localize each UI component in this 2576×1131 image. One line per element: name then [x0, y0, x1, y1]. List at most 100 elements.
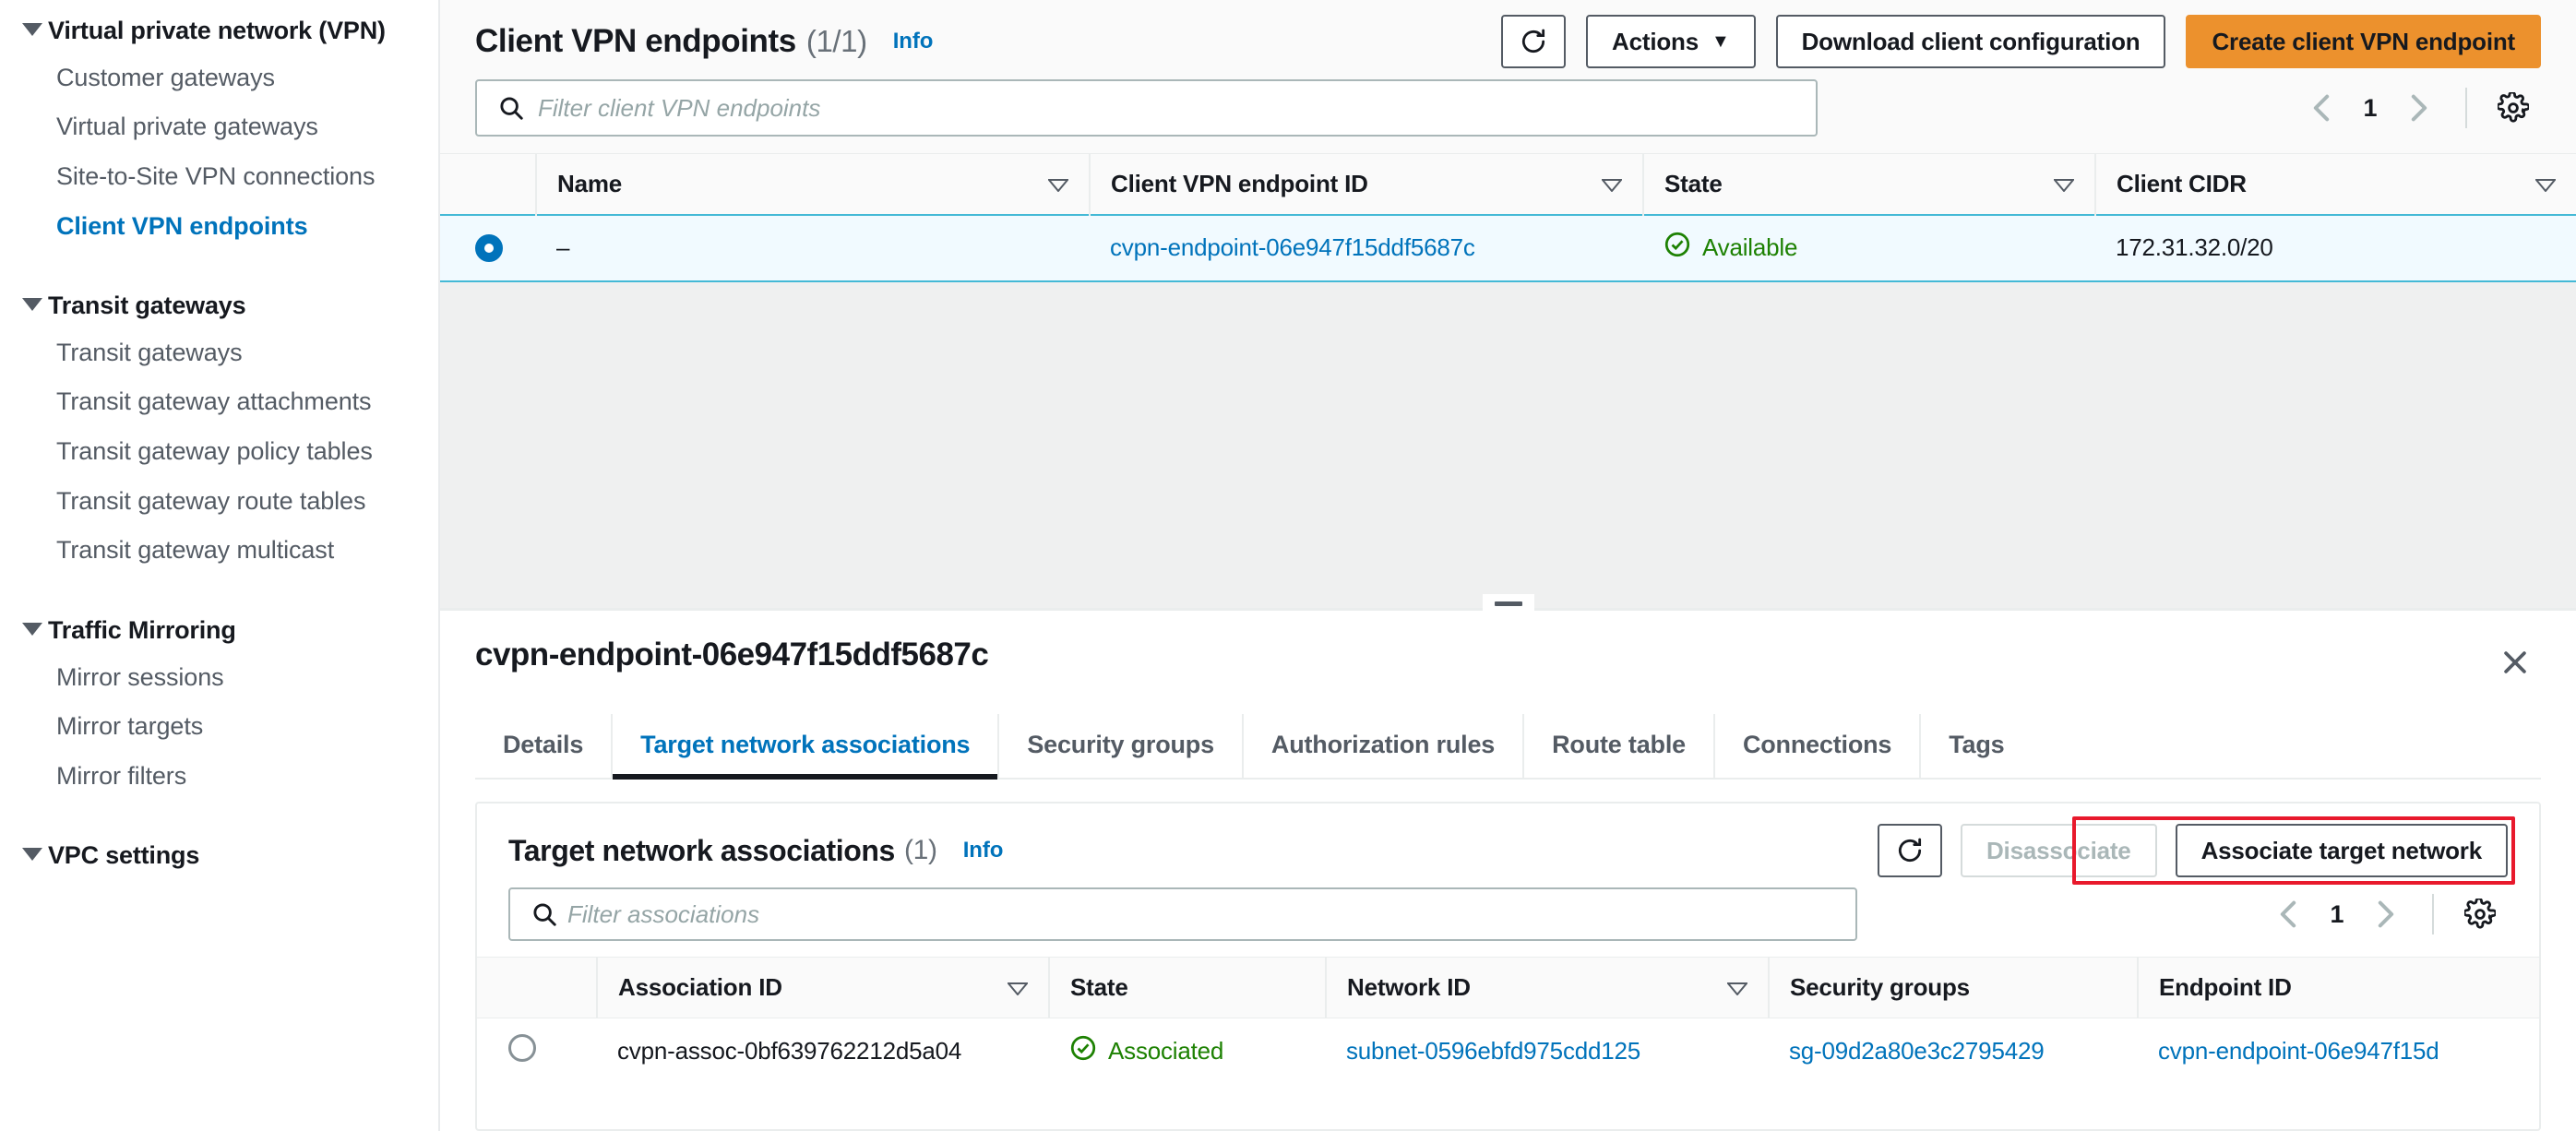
- pagination-page-1[interactable]: 1: [2349, 94, 2391, 123]
- nav-group-vpc-settings: VPC settings: [0, 834, 438, 878]
- sidebar-item-transit-gateway-route-tables[interactable]: Transit gateway route tables: [0, 477, 438, 527]
- row-radio-cell[interactable]: [440, 213, 536, 282]
- sidebar-item-virtual-private-gateways[interactable]: Virtual private gateways: [0, 102, 438, 152]
- card-info-link[interactable]: Info: [963, 838, 1004, 863]
- chevron-left-icon[interactable]: [2260, 887, 2316, 942]
- cell-network-id[interactable]: subnet-0596ebfd975cdd125: [1326, 1018, 1769, 1085]
- gear-icon[interactable]: [2486, 80, 2541, 136]
- sidebar-item-mirror-sessions[interactable]: Mirror sessions: [0, 653, 438, 703]
- column-header-client-vpn-endpoint-id[interactable]: Client VPN endpoint ID: [1089, 153, 1643, 215]
- caret-down-icon: [20, 848, 44, 862]
- client-vpn-endpoint-id-link[interactable]: cvpn-endpoint-06e947f15ddf5687c: [1110, 233, 1475, 261]
- nav-group-title: VPC settings: [48, 841, 200, 870]
- cell-name: –: [536, 213, 1090, 282]
- status-success-icon: [1664, 231, 1691, 265]
- column-header-label: Name: [557, 169, 623, 197]
- security-group-link[interactable]: sg-09d2a80e3c2795429: [1789, 1037, 2045, 1065]
- refresh-button[interactable]: [1501, 15, 1567, 68]
- tab-authorization-rules[interactable]: Authorization rules: [1241, 714, 1522, 778]
- tab-security-groups[interactable]: Security groups: [997, 714, 1242, 778]
- sidebar-item-customer-gateways[interactable]: Customer gateways: [0, 54, 438, 103]
- column-header-label: Client CIDR: [2117, 169, 2247, 197]
- sidebar-item-mirror-targets[interactable]: Mirror targets: [0, 702, 438, 752]
- column-header-association-id[interactable]: Association ID: [596, 957, 1049, 1018]
- detail-header: cvpn-endpoint-06e947f15ddf5687c: [440, 611, 2576, 688]
- column-header-endpoint-id[interactable]: Endpoint ID: [2137, 957, 2539, 1018]
- sidebar-item-site-to-site-vpn-connections[interactable]: Site-to-Site VPN connections: [0, 152, 438, 202]
- endpoint-detail-panel: cvpn-endpoint-06e947f15ddf5687c Details …: [440, 611, 2576, 1131]
- sidebar-item-mirror-filters[interactable]: Mirror filters: [0, 752, 438, 802]
- sort-descending-icon[interactable]: [2052, 170, 2076, 198]
- state-label: Associated: [1108, 1037, 1224, 1066]
- nav-group-header-transit-gateways[interactable]: Transit gateways: [0, 284, 438, 328]
- column-header-client-cidr[interactable]: Client CIDR: [2094, 153, 2576, 215]
- nav-group-header-vpc-settings[interactable]: VPC settings: [0, 834, 438, 878]
- sidebar-item-transit-gateways[interactable]: Transit gateways: [0, 328, 438, 378]
- sort-descending-icon[interactable]: [1725, 973, 1749, 1002]
- chevron-right-icon[interactable]: [2391, 80, 2447, 136]
- client-vpn-endpoints-panel: Client VPN endpoints (1/1) Info Actions …: [440, 0, 2576, 609]
- associations-pagination-page-1[interactable]: 1: [2316, 900, 2358, 929]
- column-header-state[interactable]: State: [1048, 957, 1326, 1018]
- detail-title: cvpn-endpoint-06e947f15ddf5687c: [475, 637, 989, 673]
- row-radio-unselected[interactable]: [508, 1034, 536, 1063]
- sidebar-item-client-vpn-endpoints[interactable]: Client VPN endpoints: [0, 202, 438, 252]
- column-header-label: Security groups: [1790, 973, 1970, 1001]
- cell-client-vpn-endpoint-id[interactable]: cvpn-endpoint-06e947f15ddf5687c: [1090, 213, 1643, 282]
- search-box[interactable]: [475, 79, 1818, 137]
- search-input[interactable]: [538, 93, 1816, 123]
- download-client-configuration-button[interactable]: Download client configuration: [1775, 15, 2166, 68]
- associate-target-network-button[interactable]: Associate target network: [2175, 824, 2508, 877]
- associations-search-input[interactable]: [567, 899, 1855, 929]
- nav-group-header-traffic-mirroring[interactable]: Traffic Mirroring: [0, 609, 438, 653]
- sidebar-item-transit-gateway-attachments[interactable]: Transit gateway attachments: [0, 377, 438, 427]
- table-row[interactable]: cvpn-assoc-0bf639762212d5a04 Associated: [477, 1018, 2539, 1085]
- column-header-security-groups[interactable]: Security groups: [1768, 957, 2138, 1018]
- target-network-associations-card: Target network associations (1) Info Dis…: [475, 802, 2541, 1131]
- disassociate-button[interactable]: Disassociate: [1960, 824, 2157, 877]
- column-header-state[interactable]: State: [1642, 153, 2095, 215]
- tab-details[interactable]: Details: [475, 714, 611, 778]
- state-label: Available: [1702, 233, 1798, 261]
- row-radio-selected[interactable]: [475, 233, 503, 262]
- tab-target-network-associations[interactable]: Target network associations: [611, 714, 998, 780]
- sidebar-item-transit-gateway-policy-tables[interactable]: Transit gateway policy tables: [0, 427, 438, 477]
- network-id-link[interactable]: subnet-0596ebfd975cdd125: [1346, 1037, 1640, 1065]
- tab-connections[interactable]: Connections: [1712, 714, 1919, 778]
- column-header-network-id[interactable]: Network ID: [1325, 957, 1769, 1018]
- nav-group-title: Traffic Mirroring: [48, 615, 236, 644]
- association-row-radio-cell[interactable]: [477, 1018, 597, 1085]
- sort-descending-icon[interactable]: [1006, 973, 1030, 1002]
- table-row[interactable]: – cvpn-endpoint-06e947f15ddf5687c Availa…: [440, 213, 2576, 282]
- associations-pagination: 1: [2260, 887, 2508, 942]
- tab-route-table[interactable]: Route table: [1522, 714, 1713, 778]
- page-title-count: (1/1): [805, 24, 867, 58]
- associations-search-box[interactable]: [508, 887, 1857, 941]
- close-icon[interactable]: [2489, 637, 2541, 688]
- create-client-vpn-endpoint-button[interactable]: Create client VPN endpoint: [2186, 15, 2541, 68]
- search-icon: [531, 900, 558, 928]
- actions-button[interactable]: Actions ▼: [1586, 15, 1756, 68]
- column-header-name[interactable]: Name: [535, 153, 1090, 215]
- search-icon: [497, 94, 525, 122]
- tab-tags[interactable]: Tags: [1919, 714, 2032, 778]
- gear-icon[interactable]: [2452, 887, 2508, 942]
- chevron-left-icon[interactable]: [2294, 80, 2349, 136]
- sort-descending-icon[interactable]: [1600, 170, 1624, 198]
- sidebar-item-transit-gateway-multicast[interactable]: Transit gateway multicast: [0, 526, 438, 576]
- caret-down-icon: [20, 23, 44, 36]
- associations-header-row: Association ID State Network ID Security…: [477, 957, 2539, 1018]
- sort-descending-icon[interactable]: [1046, 170, 1070, 198]
- sort-descending-icon[interactable]: [2534, 170, 2558, 198]
- cell-security-groups[interactable]: sg-09d2a80e3c2795429: [1769, 1018, 2138, 1085]
- associations-refresh-button[interactable]: [1877, 824, 1942, 877]
- chevron-right-icon[interactable]: [2358, 887, 2414, 942]
- card-title-count: (1): [903, 835, 937, 865]
- column-header-label: State: [1664, 169, 1723, 197]
- chevron-down-icon: ▼: [1711, 30, 1730, 52]
- cell-endpoint-id[interactable]: cvpn-endpoint-06e947f15d: [2138, 1018, 2539, 1085]
- nav-group-header-vpn[interactable]: Virtual private network (VPN): [0, 9, 438, 54]
- endpoint-id-link[interactable]: cvpn-endpoint-06e947f15d: [2158, 1037, 2439, 1065]
- info-link[interactable]: Info: [893, 29, 934, 54]
